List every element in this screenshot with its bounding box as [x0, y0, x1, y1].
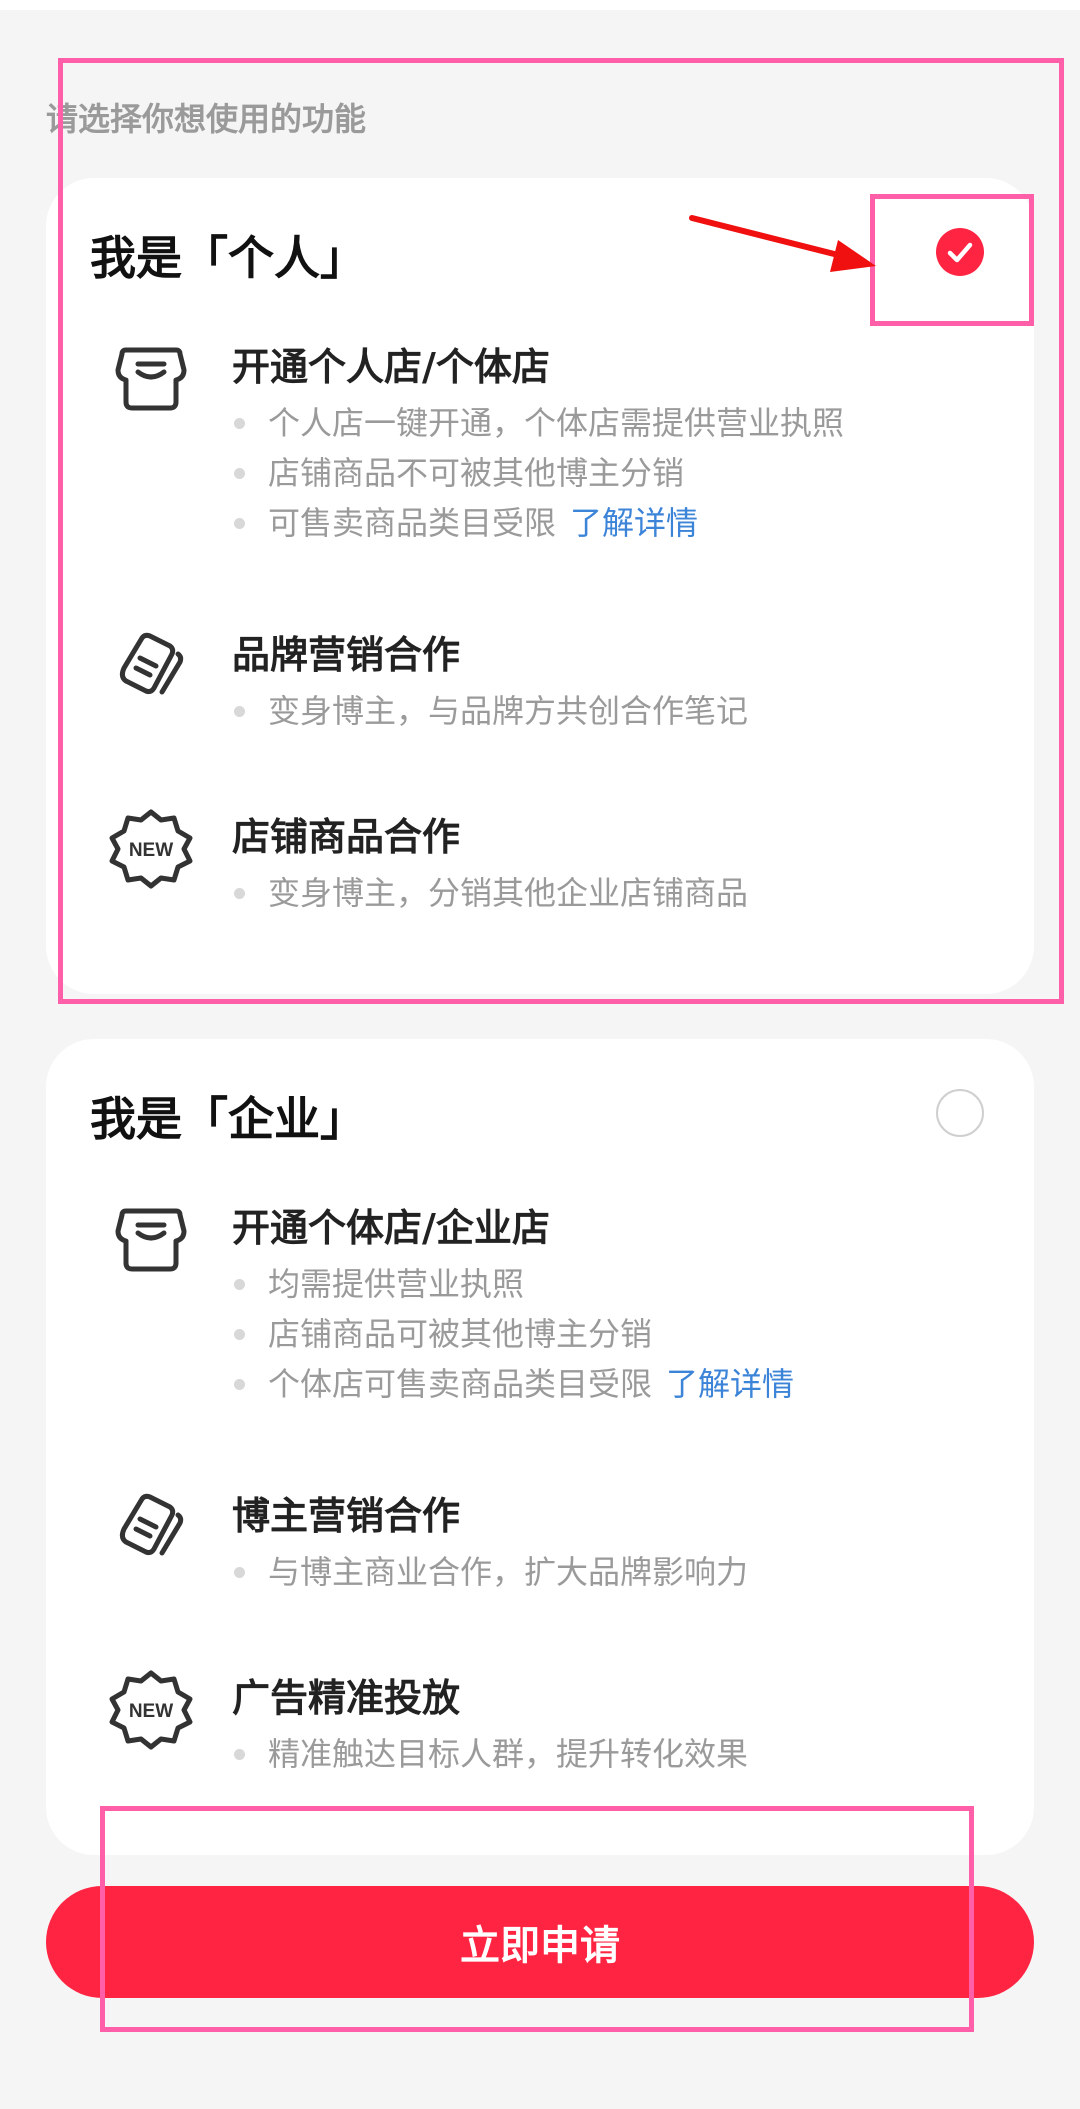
feature-brand-marketing: 品牌营销合作 变身博主，与品牌方共创合作笔记	[108, 624, 988, 754]
feature-blogger-marketing: 博主营销合作 与博主商业合作，扩大品牌影响力	[108, 1485, 988, 1615]
card-title-company: 我是「企业」	[90, 1092, 366, 1146]
red-arrow-icon	[689, 215, 876, 272]
feature-bullets: 个人店一键开通，个体店需提供营业执照 店铺商品不可被其他博主分销 可售卖商品类目…	[232, 398, 844, 548]
bullet-item: 个体店可售卖商品类目受限 了解详情	[232, 1359, 794, 1409]
learn-more-link[interactable]: 了解详情	[570, 504, 698, 542]
bullet-item: 店铺商品不可被其他博主分销	[232, 448, 844, 498]
feature-bullets: 变身博主，与品牌方共创合作笔记	[232, 686, 748, 736]
feature-bullets: 均需提供营业执照 店铺商品可被其他博主分销 个体店可售卖商品类目受限 了解详情	[232, 1259, 794, 1409]
svg-text:NEW: NEW	[129, 840, 173, 861]
store-icon	[115, 347, 187, 411]
store-icon	[115, 1208, 187, 1272]
feature-title: 博主营销合作	[232, 1494, 461, 1538]
check-icon	[947, 242, 973, 263]
section-prompt: 请选择你想使用的功能	[46, 100, 367, 138]
feature-ad-targeting: NEW 广告精准投放 精准触达目标人群，提升转化效果	[108, 1667, 988, 1797]
bullet-text: 可售卖商品类目受限	[268, 504, 557, 542]
feature-bullets: 与博主商业合作，扩大品牌影响力	[232, 1547, 748, 1597]
feature-title: 品牌营销合作	[232, 633, 461, 677]
feature-bullets: 精准触达目标人群，提升转化效果	[232, 1729, 748, 1779]
top-strip	[0, 0, 1080, 10]
bullet-item: 均需提供营业执照	[232, 1259, 794, 1309]
bullet-item: 变身博主，与品牌方共创合作笔记	[232, 686, 748, 736]
feature-title: 广告精准投放	[232, 1676, 461, 1720]
feature-title: 店铺商品合作	[232, 815, 461, 859]
bullet-item: 与博主商业合作，扩大品牌影响力	[232, 1547, 748, 1597]
feature-title: 开通个体店/企业店	[232, 1206, 550, 1250]
feature-shop-product: NEW 店铺商品合作 变身博主，分销其他企业店铺商品	[108, 806, 988, 936]
new-badge-icon: NEW	[109, 809, 193, 889]
apply-now-button[interactable]: 立即申请	[46, 1886, 1034, 1998]
note-icon	[119, 632, 184, 695]
svg-text:NEW: NEW	[129, 1701, 173, 1722]
feature-open-shop: 开通个体店/企业店 均需提供营业执照 店铺商品可被其他博主分销 个体店可售卖商品…	[108, 1197, 988, 1407]
option-card-company[interactable]: 我是「企业」 开通个体店/企业店 均需提供营业执照 店铺商品可被其他博主分销 个…	[46, 1039, 1034, 1855]
bullet-item: 个人店一键开通，个体店需提供营业执照	[232, 398, 844, 448]
feature-bullets: 变身博主，分销其他企业店铺商品	[232, 868, 748, 918]
learn-more-link[interactable]: 了解详情	[666, 1365, 794, 1403]
note-icon	[119, 1493, 184, 1556]
feature-title: 开通个人店/个体店	[232, 345, 550, 389]
radio-company-unchecked[interactable]	[936, 1089, 984, 1137]
bullet-item: 精准触达目标人群，提升转化效果	[232, 1729, 748, 1779]
feature-open-shop: 开通个人店/个体店 个人店一键开通，个体店需提供营业执照 店铺商品不可被其他博主…	[108, 336, 988, 546]
bullet-text: 个体店可售卖商品类目受限	[268, 1365, 653, 1403]
new-badge-icon: NEW	[109, 1670, 193, 1750]
card-title-personal: 我是「个人」	[90, 231, 366, 285]
bullet-item: 可售卖商品类目受限 了解详情	[232, 498, 844, 548]
bullet-item: 变身博主，分销其他企业店铺商品	[232, 868, 748, 918]
radio-personal-checked[interactable]	[936, 228, 984, 276]
option-card-personal[interactable]: 我是「个人」 开通个人店/个体店 个人店一键开通，个体店需提供营业执照 店铺商品…	[46, 178, 1034, 994]
bullet-item: 店铺商品可被其他博主分销	[232, 1309, 794, 1359]
